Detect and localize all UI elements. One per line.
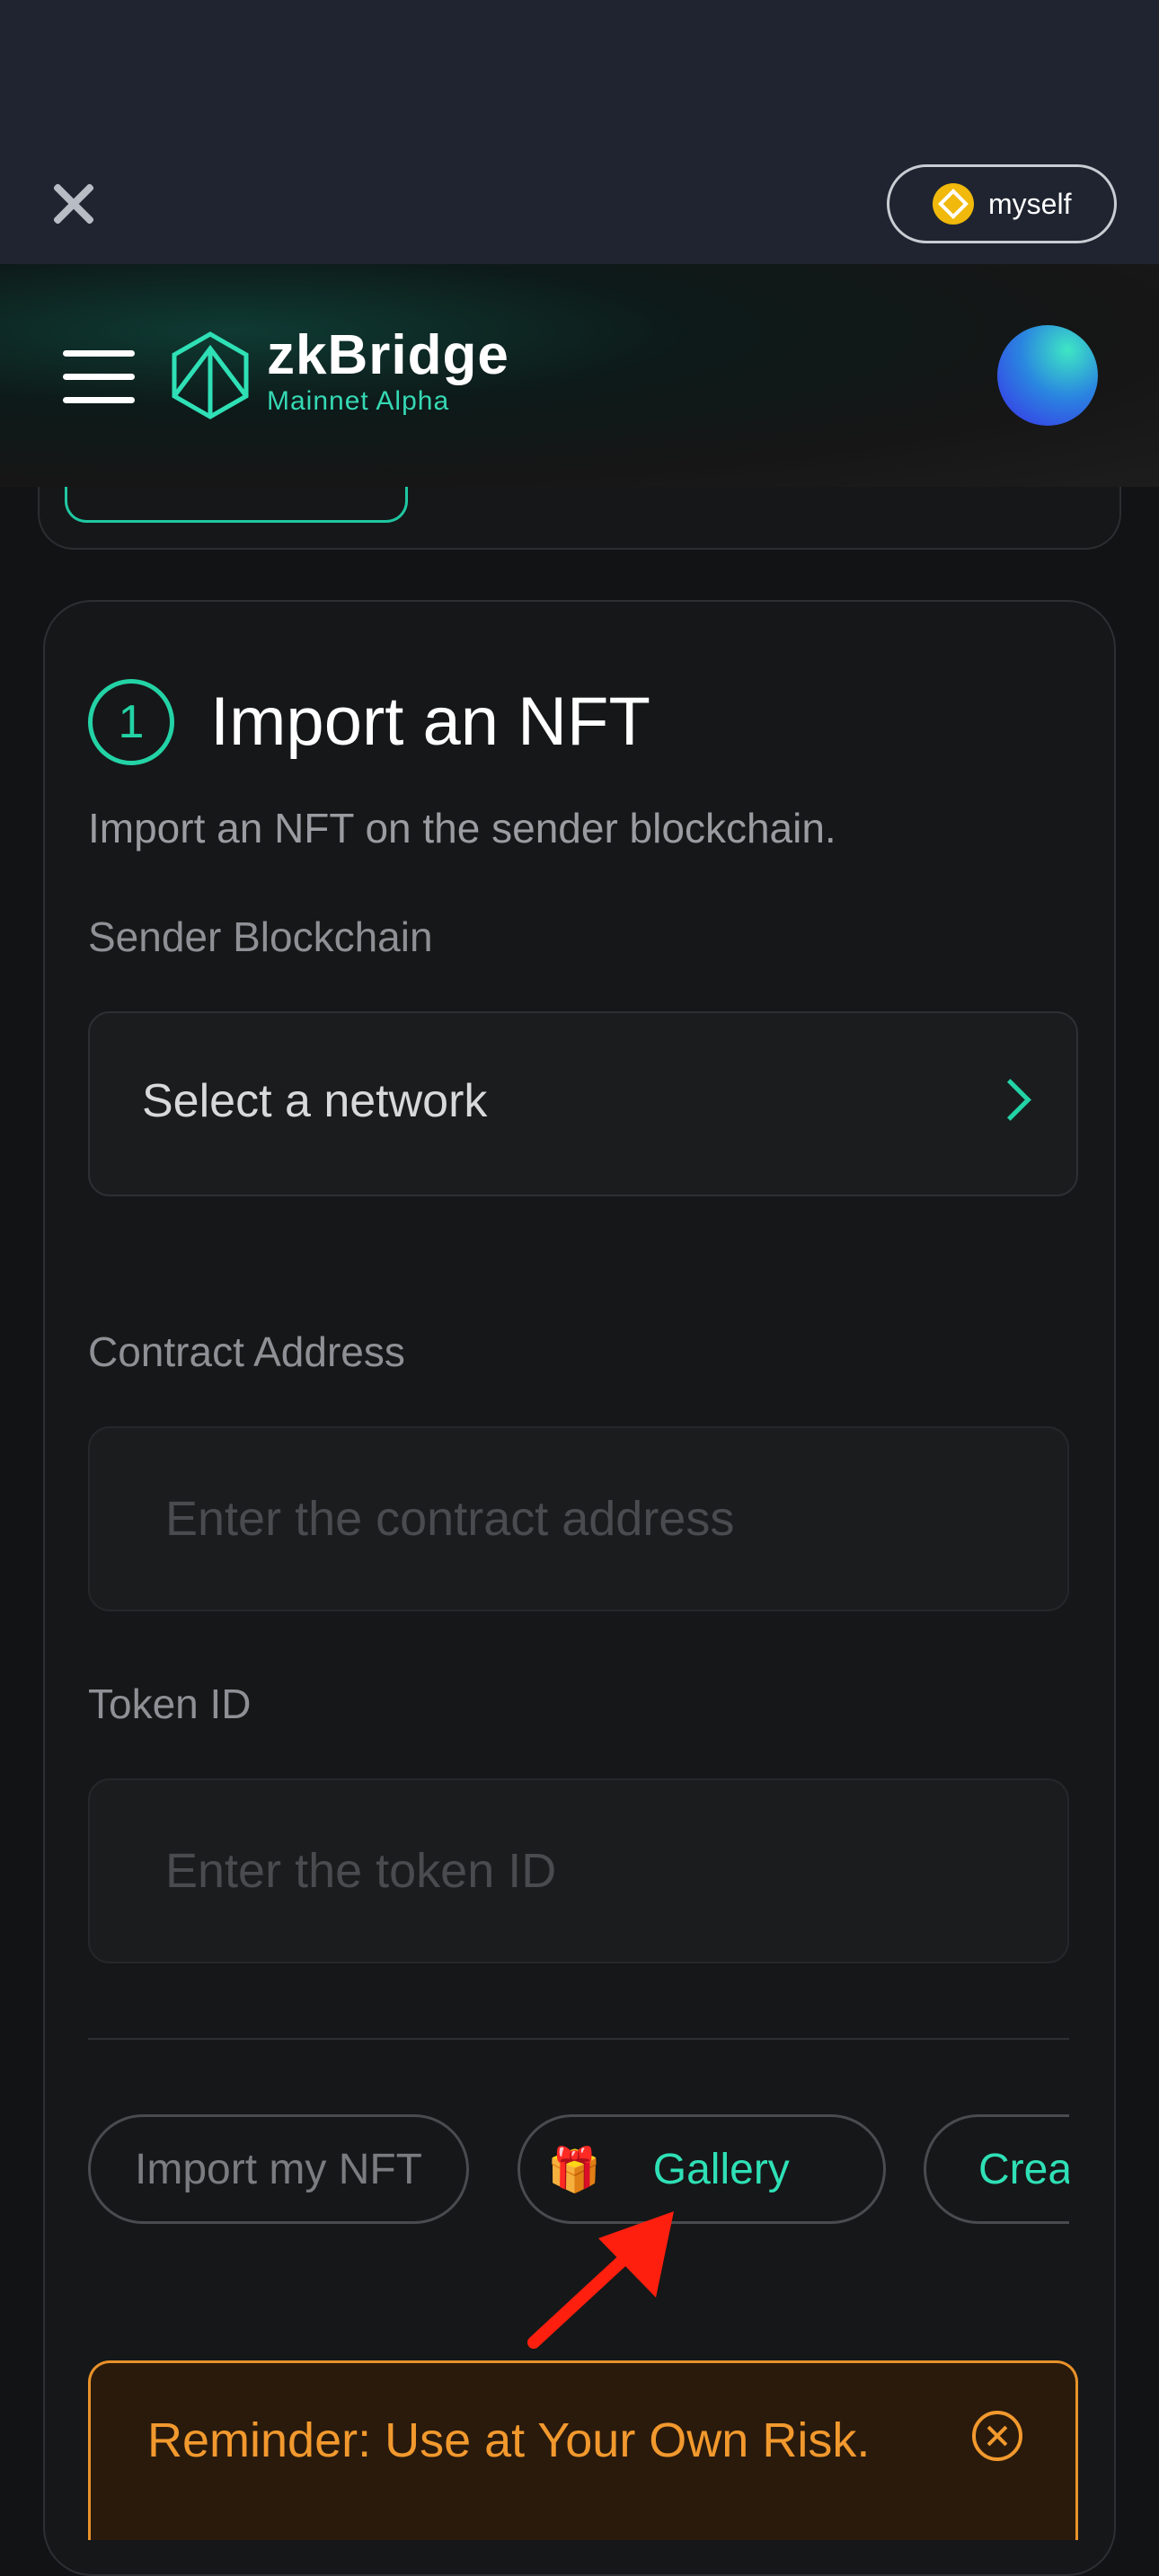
import-my-nft-label: Import my NFT bbox=[135, 2145, 422, 2193]
brand-name: zkBridge bbox=[267, 324, 509, 386]
contract-address-input[interactable] bbox=[88, 1426, 1069, 1611]
gift-icon: 🎁 bbox=[547, 2146, 601, 2194]
close-icon[interactable] bbox=[47, 178, 99, 230]
account-label: myself bbox=[988, 187, 1072, 220]
gallery-label: Gallery bbox=[652, 2145, 790, 2193]
hamburger-menu-icon[interactable] bbox=[63, 348, 135, 404]
risk-reminder-text: Reminder: Use at Your Own Risk. bbox=[147, 2413, 871, 2467]
sender-blockchain-label: Sender Blockchain bbox=[88, 913, 433, 960]
create-button[interactable]: Crea bbox=[924, 2114, 1069, 2224]
create-label: Crea bbox=[978, 2145, 1069, 2193]
close-circle-icon[interactable] bbox=[972, 2411, 1022, 2461]
page-title: Import an NFT bbox=[210, 684, 650, 760]
token-id-input[interactable] bbox=[88, 1778, 1069, 1963]
contract-address-label: Contract Address bbox=[88, 1328, 405, 1375]
brand-subtitle: Mainnet Alpha bbox=[267, 386, 450, 416]
import-my-nft-button[interactable]: Import my NFT bbox=[88, 2114, 469, 2224]
annotation-arrow-icon bbox=[527, 2211, 674, 2349]
token-id-label: Token ID bbox=[88, 1681, 252, 1727]
account-button[interactable]: myself bbox=[887, 164, 1117, 243]
step-number-badge: 1 bbox=[88, 679, 174, 765]
zkbridge-logo-icon bbox=[172, 331, 249, 419]
step-description: Import an NFT on the sender blockchain. bbox=[88, 805, 836, 851]
avatar[interactable] bbox=[997, 325, 1098, 426]
network-select-value: Select a network bbox=[142, 1075, 488, 1127]
divider bbox=[88, 2038, 1069, 2040]
bnb-coin-icon bbox=[933, 183, 974, 225]
